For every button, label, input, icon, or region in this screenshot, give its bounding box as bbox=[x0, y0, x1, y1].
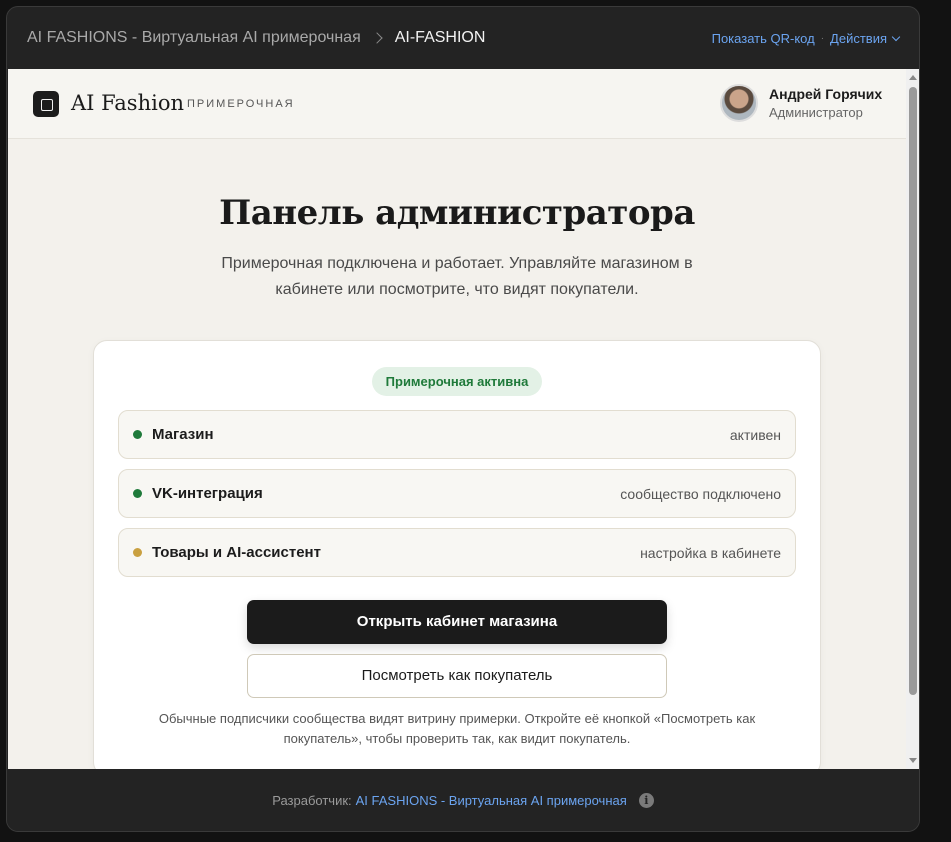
status-row-vk: VK-интеграция сообщество подключено bbox=[118, 469, 796, 518]
breadcrumb-current: AI-FASHION bbox=[394, 29, 486, 46]
avatar[interactable] bbox=[720, 84, 758, 122]
user-name: Андрей Горячих bbox=[769, 86, 883, 102]
top-bar: AI FASHIONS - Виртуальная AI примерочная… bbox=[7, 7, 919, 69]
status-row-value: активен bbox=[729, 427, 781, 443]
status-row-value: настройка в кабинете bbox=[640, 545, 781, 561]
info-icon[interactable]: i bbox=[638, 792, 654, 808]
status-dot-icon bbox=[133, 548, 142, 557]
user-role: Администратор bbox=[769, 105, 863, 120]
chevron-down-icon bbox=[891, 32, 901, 41]
status-row-products: Товары и AI-ассистент настройка в кабине… bbox=[118, 528, 796, 577]
breadcrumb-app-title[interactable]: AI FASHIONS - Виртуальная AI примерочная bbox=[27, 29, 361, 47]
brand-name: AI Fashion bbox=[71, 91, 184, 115]
developer-label: Разработчик: bbox=[272, 792, 352, 808]
show-qr-link[interactable]: Показать QR-код bbox=[712, 31, 815, 46]
status-row-value: сообщество подключено bbox=[620, 486, 781, 502]
logo-icon bbox=[33, 91, 59, 117]
chevron-right-icon bbox=[371, 32, 383, 44]
status-row-label: VK-интеграция bbox=[152, 485, 263, 502]
open-shop-cabinet-button[interactable]: Открыть кабинет магазина bbox=[247, 600, 667, 644]
scroll-down-arrow-icon[interactable] bbox=[909, 758, 917, 763]
app-header: AI Fashion ПРИМЕРОЧНАЯ Андрей Горячих Ад… bbox=[8, 69, 906, 139]
page-title: Панель администратора bbox=[219, 193, 695, 233]
vertical-scrollbar[interactable] bbox=[906, 69, 919, 769]
actions-menu[interactable]: Действия bbox=[830, 30, 901, 46]
status-row-shop: Магазин активен bbox=[118, 410, 796, 459]
view-as-customer-button[interactable]: Посмотреть как покупатель bbox=[247, 654, 667, 698]
footer: Разработчик: AI FASHIONS - Виртуальная A… bbox=[7, 769, 919, 831]
status-dot-icon bbox=[133, 489, 142, 498]
status-dot-icon bbox=[133, 430, 142, 439]
scroll-up-arrow-icon[interactable] bbox=[909, 75, 917, 80]
developer-link[interactable]: AI FASHIONS - Виртуальная AI примерочная bbox=[356, 793, 627, 808]
status-row-label: Магазин bbox=[152, 426, 214, 443]
actions-label: Действия bbox=[830, 30, 887, 46]
status-badge: Примерочная активна bbox=[372, 367, 542, 396]
help-note: Обычные подписчики сообщества видят витр… bbox=[158, 711, 756, 746]
brand-subtitle: ПРИМЕРОЧНАЯ bbox=[187, 98, 295, 110]
status-row-label: Товары и AI-ассистент bbox=[152, 544, 321, 561]
app-viewport: AI Fashion ПРИМЕРОЧНАЯ Андрей Горячих Ад… bbox=[8, 69, 919, 769]
page-content: AI Fashion ПРИМЕРОЧНАЯ Андрей Горячих Ад… bbox=[8, 69, 906, 769]
page-description: Примерочная подключена и работает. Управ… bbox=[221, 255, 693, 298]
status-card: Примерочная активна Магазин активен VK-и… bbox=[93, 340, 821, 769]
separator-dot: · bbox=[820, 32, 825, 44]
top-actions: Показать QR-код · Действия bbox=[712, 30, 901, 46]
scroll-thumb[interactable] bbox=[909, 87, 917, 695]
app-window: AI FASHIONS - Виртуальная AI примерочная… bbox=[6, 6, 920, 832]
